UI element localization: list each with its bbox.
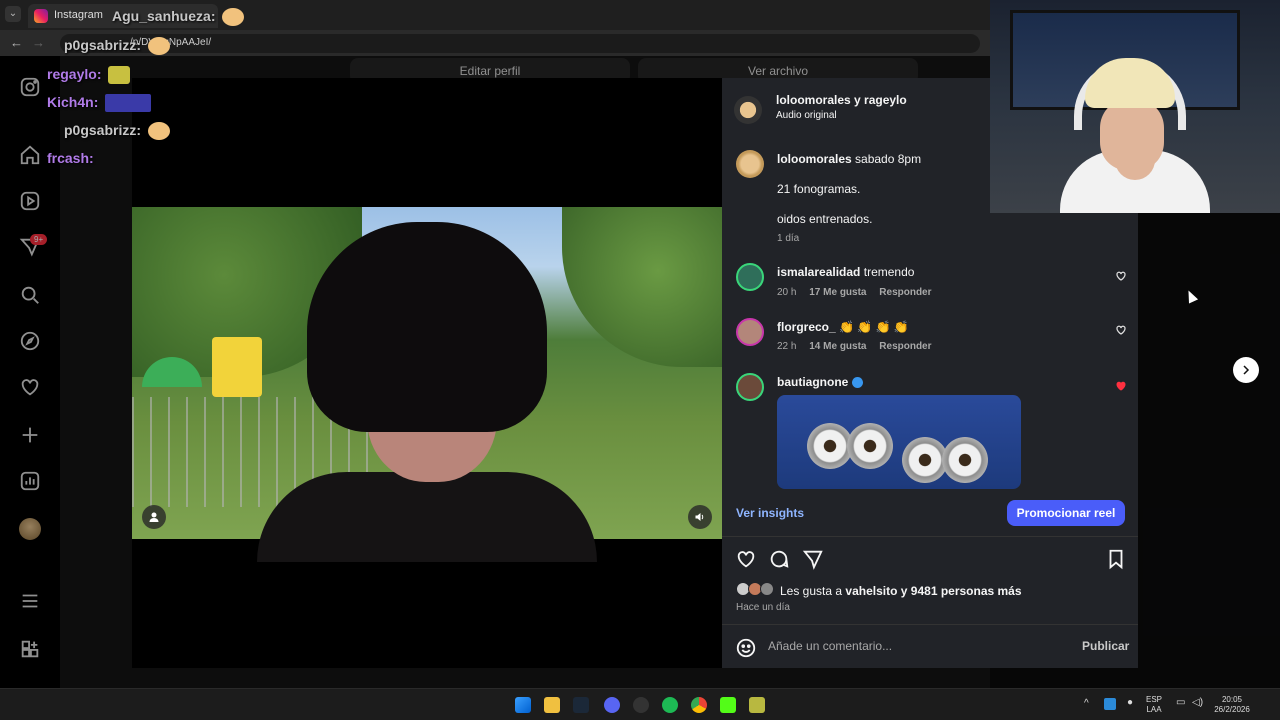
chat-username: p0gsabrizz xyxy=(64,122,137,138)
chat-message: p0gsabrizz: xyxy=(64,37,170,56)
comment-gif[interactable] xyxy=(777,395,1021,489)
caption-avatar[interactable] xyxy=(736,150,764,178)
emote-icon xyxy=(147,37,170,56)
chat-message: regaylo: xyxy=(47,66,131,85)
comment-username[interactable]: ismalarealidad xyxy=(777,265,860,279)
like-heart-icon[interactable] xyxy=(735,548,757,570)
posted-ago: Hace un día xyxy=(736,602,790,613)
comment-time: 22 h xyxy=(777,341,797,352)
likes-summary[interactable]: Les gusta a vahelsito y 9481 personas má… xyxy=(780,584,1022,598)
chat-message: frcash: xyxy=(47,150,94,166)
divider xyxy=(722,536,1138,537)
verified-badge-icon xyxy=(851,377,863,389)
comment-text: 👏 👏 👏 👏 xyxy=(839,320,909,334)
caption-line-2: 21 fonogramas. xyxy=(777,182,861,196)
emote-icon xyxy=(222,8,245,27)
discord-icon[interactable] xyxy=(604,697,620,713)
chat-message: p0gsabrizz: xyxy=(64,122,170,141)
windows-start-icon[interactable] xyxy=(515,697,531,713)
comment-username[interactable]: bautiagnone xyxy=(777,375,848,389)
spotify-icon[interactable] xyxy=(662,697,678,713)
comment-input[interactable]: Añade un comentario... xyxy=(768,639,892,653)
divider xyxy=(722,624,1138,625)
comment-avatar[interactable] xyxy=(736,263,764,291)
chevron-right-icon xyxy=(1243,365,1250,375)
reply-button[interactable]: Responder xyxy=(879,287,931,298)
emoji-icon[interactable] xyxy=(735,637,756,658)
chat-username: p0gsabrizz xyxy=(64,37,137,53)
emote-icon xyxy=(108,66,131,85)
kick-icon[interactable] xyxy=(720,697,736,713)
streamer-webcam xyxy=(990,0,1280,213)
share-send-icon[interactable] xyxy=(802,548,824,570)
emote-icon xyxy=(105,94,152,113)
author-avatar[interactable] xyxy=(734,96,762,124)
next-post-button[interactable] xyxy=(1233,357,1259,383)
language-indicator[interactable]: ESP LAA xyxy=(1146,695,1162,715)
promote-reel-button[interactable]: Promocionar reel xyxy=(1007,500,1125,526)
liker-avatar xyxy=(760,582,774,596)
comment-likes[interactable]: 17 Me gusta xyxy=(809,287,866,298)
microphone-icon[interactable]: ● xyxy=(1127,698,1133,708)
comment-username[interactable]: florgreco_ xyxy=(777,320,836,334)
comment-bubble-icon[interactable] xyxy=(768,548,790,570)
chat-username: regaylo xyxy=(47,66,97,82)
chat-message: Kich4n: xyxy=(47,94,152,113)
view-insights-link[interactable]: Ver insights xyxy=(736,506,804,520)
save-bookmark-icon[interactable] xyxy=(1105,548,1127,570)
comment-like-heart-icon[interactable] xyxy=(1115,324,1127,336)
clock[interactable]: 20:05 26/2/2026 xyxy=(1212,695,1252,715)
liked-heart-icon[interactable] xyxy=(1115,380,1127,392)
comment-avatar[interactable] xyxy=(736,373,764,401)
chat-message: Agu_sanhueza: xyxy=(112,8,245,27)
obs-icon[interactable] xyxy=(633,697,649,713)
speaker-icon[interactable]: ◁) xyxy=(1192,698,1203,708)
post-authors[interactable]: loloomorales y rageylo xyxy=(776,93,907,107)
chat-username: Kich4n xyxy=(47,94,94,110)
comment-avatar[interactable] xyxy=(736,318,764,346)
tagged-user-icon[interactable] xyxy=(142,505,166,529)
comment-like-heart-icon[interactable] xyxy=(1115,270,1127,282)
caption-line-3: oidos entrenados. xyxy=(777,212,873,226)
chrome-icon[interactable] xyxy=(691,697,707,713)
app-icon[interactable] xyxy=(749,697,765,713)
tray-chevron-icon[interactable]: ^ xyxy=(1084,699,1089,709)
emote-icon xyxy=(147,122,170,141)
audio-label[interactable]: Audio original xyxy=(776,110,837,121)
video-frame xyxy=(132,207,722,562)
stream-chat-overlay: Agu_sanhueza: p0gsabrizz: regaylo: Kich4… xyxy=(0,0,300,180)
file-explorer-icon[interactable] xyxy=(544,697,560,713)
comment-time: 20 h xyxy=(777,287,797,298)
tray-app-icon[interactable] xyxy=(1104,698,1116,710)
comment-text: tremendo xyxy=(863,265,915,279)
chat-username: frcash xyxy=(47,150,90,166)
person-in-video xyxy=(237,222,617,562)
caption-username[interactable]: loloomorales xyxy=(777,152,852,166)
caption-text: sabado 8pm xyxy=(855,152,922,166)
reply-button[interactable]: Responder xyxy=(879,341,931,352)
caption-age: 1 día xyxy=(777,233,800,244)
network-icon[interactable]: ▭ xyxy=(1176,698,1185,708)
volume-icon[interactable] xyxy=(688,505,712,529)
publish-button[interactable]: Publicar xyxy=(1082,639,1129,653)
steam-icon[interactable] xyxy=(573,697,589,713)
windows-taskbar: ^ ● ESP LAA ▭ ◁) 20:05 26/2/2026 xyxy=(0,688,1280,720)
chat-username: Agu_sanhueza xyxy=(112,8,211,24)
comment-likes[interactable]: 14 Me gusta xyxy=(809,341,866,352)
